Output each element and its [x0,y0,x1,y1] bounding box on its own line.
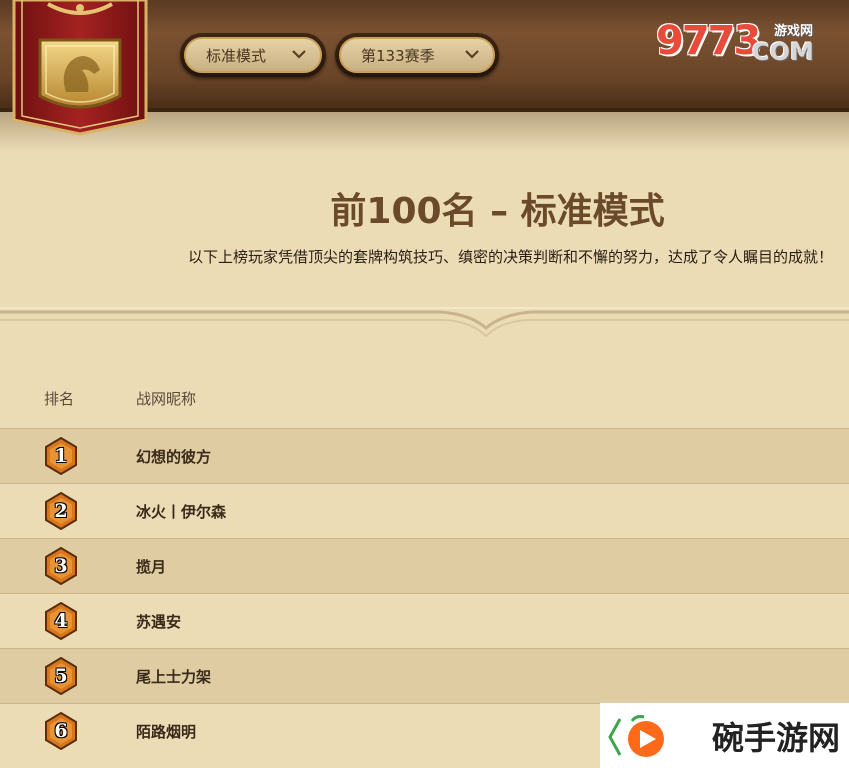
watermark-text: 碗手游网 [712,719,841,757]
column-header-rank: 排名 [44,390,75,408]
table-row[interactable]: 3 揽月 [0,538,849,593]
logo-youxi: 游戏网 [774,24,814,39]
season-dropdown[interactable]: 第133赛季 [335,33,499,77]
rank-badge-icon: 1 [44,436,78,476]
logo-com: COM [752,38,814,66]
player-name: 尾上士力架 [136,667,212,686]
watermark-badge: 碗手游网 [600,703,849,768]
mode-dropdown[interactable]: 标准模式 [180,33,326,77]
page-subtitle: 以下上榜玩家凭借顶尖的套牌构筑技巧、缜密的决策判断和不懈的努力，达成了令人瞩目的… [187,248,833,266]
mode-dropdown-label: 标准模式 [206,46,267,65]
site-logo-watermark: 9773 游戏网 COM [656,16,832,68]
decorative-divider [0,307,849,338]
table-row[interactable]: 4 苏遇安 [0,593,849,648]
mode-dropdown-face[interactable]: 标准模式 [184,37,322,73]
rank-badge-icon: 4 [44,601,78,641]
rank-badge-icon: 5 [44,656,78,696]
player-name: 揽月 [136,557,167,576]
rank-badge-icon: 2 [44,491,78,531]
rank-number: 3 [54,555,68,577]
player-name: 陌路烟明 [136,722,197,741]
season-dropdown-label: 第133赛季 [361,46,435,65]
player-name: 冰火丨伊尔森 [136,502,227,521]
page-title: 前100名 – 标准模式 [330,191,665,232]
table-row[interactable]: 5 尾上士力架 [0,648,849,703]
rank-number: 6 [54,720,68,742]
player-name: 幻想的彼方 [136,447,212,466]
rank-number: 4 [54,610,68,632]
rank-number: 1 [54,445,68,467]
rank-number: 5 [54,665,68,687]
table-row[interactable]: 2 冰火丨伊尔森 [0,483,849,538]
player-name: 苏遇安 [136,612,182,631]
column-header-battletag: 战网昵称 [136,390,197,408]
table-row[interactable]: 1 幻想的彼方 [0,428,849,483]
rank-badge-icon: 6 [44,711,78,751]
rank-badge-icon: 3 [44,546,78,586]
logo-digits: 9773 [656,18,761,64]
chevron-down-icon [292,48,306,63]
play-logo-icon [608,715,664,757]
season-dropdown-face[interactable]: 第133赛季 [339,37,495,73]
mode-emblem-banner [12,0,148,136]
chevron-down-icon [465,48,479,63]
rank-number: 2 [54,500,68,522]
